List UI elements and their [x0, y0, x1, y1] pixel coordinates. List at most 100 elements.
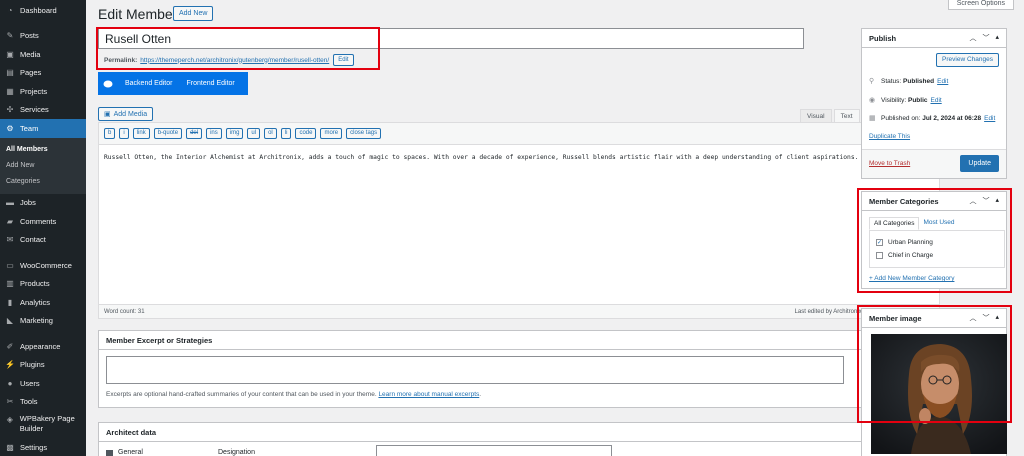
submenu-categories[interactable]: Categories: [0, 174, 86, 190]
sidebar-item-contact[interactable]: ✉ Contact: [0, 231, 86, 250]
sidebar-item-services[interactable]: ✣ Services: [0, 101, 86, 120]
checkbox-checked-icon[interactable]: ✓: [876, 239, 883, 246]
duplicate-link[interactable]: Duplicate This: [869, 133, 910, 140]
categories-header[interactable]: Member Categories ︿ ﹀ ▴: [862, 192, 1006, 211]
published-edit-link[interactable]: Edit: [984, 115, 995, 122]
sidebar-item-pages[interactable]: ▤ Pages: [0, 64, 86, 83]
checkbox-icon[interactable]: [876, 252, 883, 259]
permalink-link[interactable]: https://themeperch.net/architronix/guten…: [140, 57, 329, 64]
qt-code-button[interactable]: code: [295, 128, 317, 139]
submenu-all-members[interactable]: All Members: [0, 142, 86, 158]
qt-li-button[interactable]: li: [280, 128, 292, 139]
add-new-button[interactable]: Add New: [173, 6, 214, 21]
sidebar-item-dashboard[interactable]: ◔ Dashboard: [0, 1, 86, 20]
qt-img-button[interactable]: img: [225, 128, 244, 139]
preview-changes-button[interactable]: Preview Changes: [936, 53, 999, 67]
pin-icon: ✎: [6, 31, 14, 41]
excerpt-learn-more-link[interactable]: Learn more about manual excerpts: [378, 391, 479, 398]
backend-editor-button[interactable]: Backend Editor: [118, 72, 179, 95]
jobs-icon: ▬: [6, 198, 14, 208]
tab-visual[interactable]: Visual: [800, 109, 832, 122]
frontend-editor-button[interactable]: Frontend Editor: [179, 72, 241, 95]
move-down-icon[interactable]: ﹀: [982, 33, 989, 43]
title-input[interactable]: [99, 29, 803, 48]
editor-status-bar: Word count: 31 Last edited by Architroni…: [99, 304, 939, 318]
projects-icon: ▦: [6, 86, 14, 96]
move-up-icon[interactable]: ︿: [969, 196, 976, 206]
sidebar-item-users[interactable]: ● Users: [0, 374, 86, 393]
publish-header[interactable]: Publish ︿ ﹀ ▴: [862, 29, 1006, 48]
tab-all-categories[interactable]: All Categories: [869, 217, 920, 230]
screen-options-button[interactable]: Screen Options: [947, 0, 1014, 10]
qt-italic-button[interactable]: i: [119, 128, 129, 139]
qt-blockquote-button[interactable]: b-quote: [153, 128, 183, 139]
sidebar-item-products[interactable]: ▥ Products: [0, 275, 86, 294]
move-to-trash-link[interactable]: Move to Trash: [869, 160, 910, 167]
excerpt-help-text: Excerpts are optional hand-crafted summa…: [106, 391, 482, 398]
megaphone-icon: ◣: [6, 316, 14, 326]
visibility-edit-link[interactable]: Edit: [931, 97, 942, 104]
qt-more-button[interactable]: more: [320, 128, 343, 139]
permalink: Permalink: https://themeperch.net/archit…: [104, 54, 354, 66]
submenu-add-new[interactable]: Add New: [0, 158, 86, 174]
qt-bold-button[interactable]: b: [104, 128, 116, 139]
status-edit-link[interactable]: Edit: [937, 78, 948, 85]
permalink-edit-button[interactable]: Edit: [333, 54, 354, 66]
tab-most-used[interactable]: Most Used: [919, 217, 958, 230]
category-item[interactable]: Chief in Charge: [876, 249, 998, 262]
sidebar-item-label: Plugins: [20, 360, 45, 370]
excerpt-header[interactable]: Member Excerpt or Strategies ︿﹀▴: [99, 331, 939, 350]
published-value: Jul 2, 2024 at 06:28: [922, 114, 982, 122]
sidebar-item-appearance[interactable]: ✐ Appearance: [0, 337, 86, 356]
update-button[interactable]: Update: [960, 155, 999, 172]
general-tab-icon[interactable]: [106, 450, 113, 456]
qt-del-button[interactable]: del: [186, 128, 203, 139]
sidebar-item-settings[interactable]: ▩ Settings: [0, 438, 86, 456]
sidebar-item-woocommerce[interactable]: ▭ WooCommerce: [0, 256, 86, 275]
sidebar-item-label: Jobs: [20, 198, 36, 208]
sidebar-item-plugins[interactable]: ⚡ Plugins: [0, 356, 86, 375]
move-up-icon[interactable]: ︿: [969, 313, 976, 323]
category-item[interactable]: ✓ Urban Planning: [876, 236, 998, 249]
sidebar-item-media[interactable]: ▣ Media: [0, 45, 86, 64]
services-icon: ✣: [6, 105, 14, 115]
sidebar-item-comments[interactable]: ▰ Comments: [0, 212, 86, 231]
sidebar-item-tools[interactable]: ✂ Tools: [0, 393, 86, 412]
add-category-link[interactable]: + Add New Member Category: [869, 275, 954, 282]
toggle-panel-icon[interactable]: ▴: [995, 196, 999, 206]
qt-ol-button[interactable]: ol: [264, 128, 277, 139]
publish-actions: Move to Trash Update: [862, 149, 1006, 178]
designation-input[interactable]: [376, 445, 612, 456]
sidebar-item-projects[interactable]: ▦ Projects: [0, 82, 86, 101]
sidebar-item-jobs[interactable]: ▬ Jobs: [0, 194, 86, 213]
qt-close-tags-button[interactable]: close tags: [346, 128, 382, 139]
move-down-icon[interactable]: ﹀: [982, 313, 989, 323]
qt-ul-button[interactable]: ul: [247, 128, 261, 139]
sidebar-item-analytics[interactable]: ▮ Analytics: [0, 293, 86, 312]
content-textarea[interactable]: Russell Otten, the Interior Alchemist at…: [99, 145, 929, 171]
add-media-button[interactable]: ▣ Add Media: [98, 107, 154, 121]
move-down-icon[interactable]: ﹀: [982, 196, 989, 206]
status-label: Status:: [881, 77, 902, 85]
sidebar-item-label: Settings: [20, 442, 48, 452]
member-image-header[interactable]: Member image ︿ ﹀ ▴: [862, 309, 1006, 328]
qt-ins-button[interactable]: ins: [206, 128, 222, 139]
excerpt-textarea[interactable]: [106, 356, 844, 384]
qt-link-button[interactable]: link: [132, 128, 150, 139]
sidebar-item-marketing[interactable]: ◣ Marketing: [0, 312, 86, 331]
member-categories-metabox: Member Categories ︿ ﹀ ▴ All Categories Mos…: [861, 191, 1007, 289]
eye-icon: ◉: [869, 97, 876, 104]
sidebar-item-team[interactable]: ⚙ Team: [0, 119, 86, 138]
tab-text[interactable]: Text: [833, 109, 860, 122]
sidebar-item-wpbakery[interactable]: ◈ WPBakery Page Builder: [0, 411, 86, 438]
member-photo[interactable]: [871, 334, 1007, 454]
sidebar-item-posts[interactable]: ✎ Posts: [0, 27, 86, 46]
team-submenu: All Members Add New Categories: [0, 137, 86, 194]
architect-header[interactable]: Architect data ︿﹀▴: [99, 423, 939, 442]
title-field[interactable]: [98, 28, 804, 49]
plugin-icon: ⚡: [5, 360, 15, 370]
toggle-panel-icon[interactable]: ▴: [995, 313, 999, 323]
move-up-icon[interactable]: ︿: [969, 33, 976, 43]
toggle-panel-icon[interactable]: ▴: [995, 33, 999, 43]
general-tab[interactable]: General: [118, 449, 143, 456]
